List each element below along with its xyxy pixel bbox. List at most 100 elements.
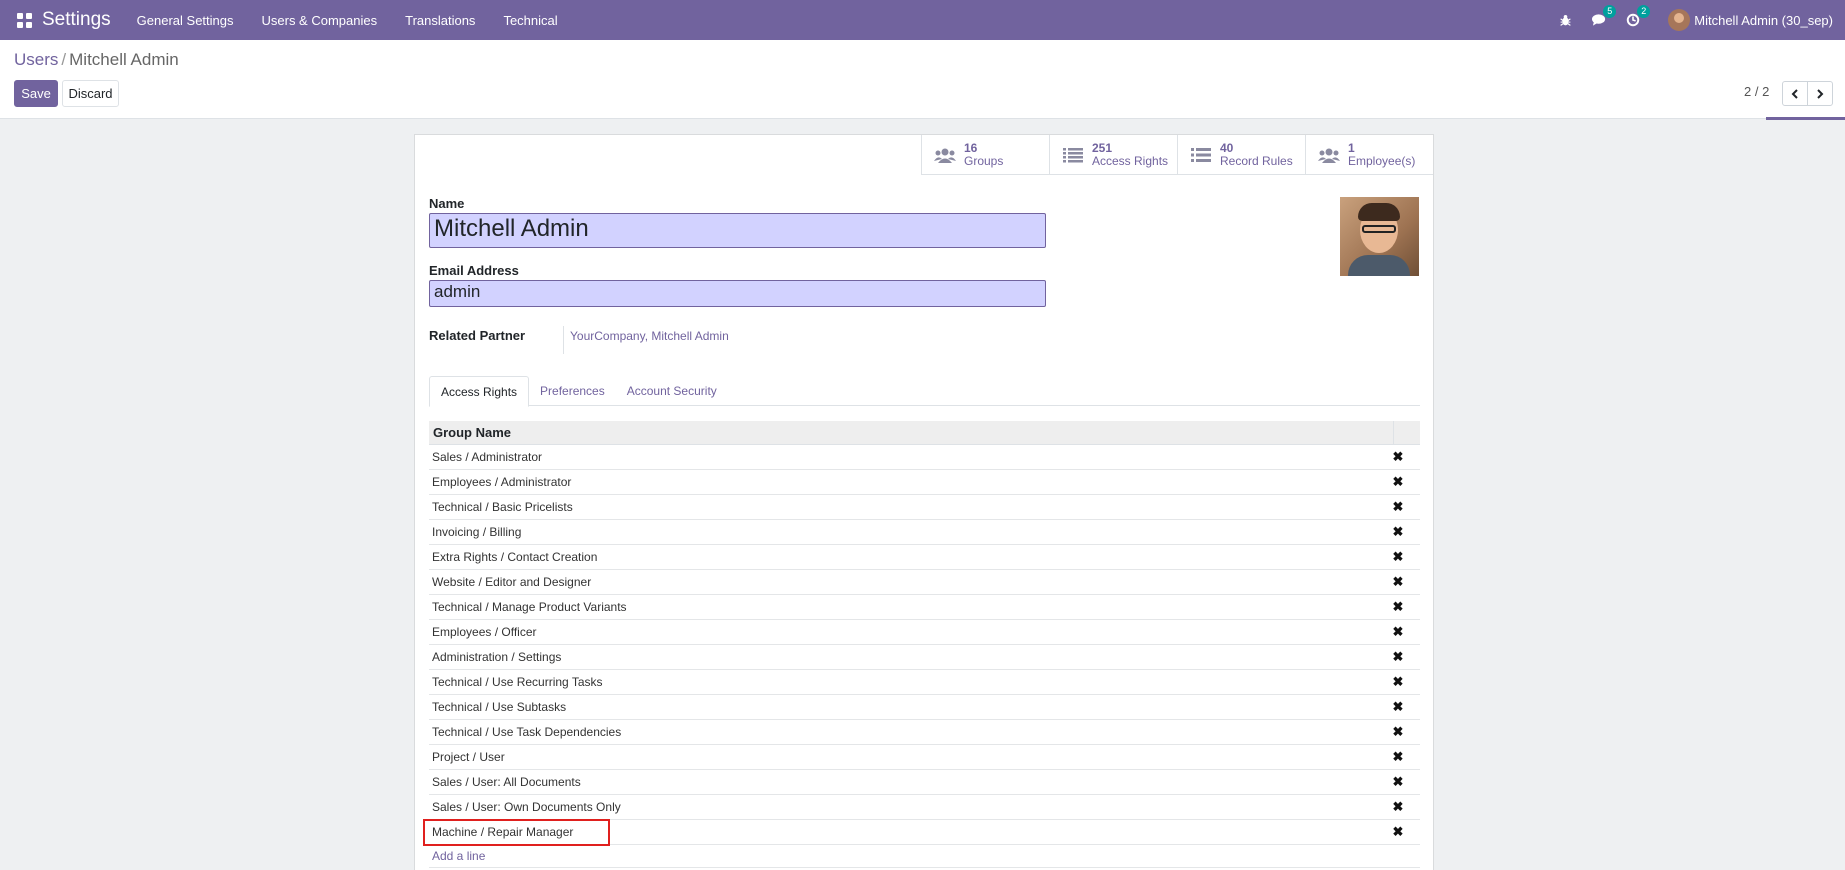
groups-table: Group Name Sales / Administrator ✖ Employe… <box>423 421 1420 868</box>
delete-row-icon[interactable]: ✖ <box>1392 475 1404 488</box>
delete-row-icon[interactable]: ✖ <box>1392 725 1404 738</box>
table-row[interactable]: Technical / Manage Product Variants ✖ <box>429 595 1420 620</box>
group-name-cell: Sales / User: All Documents <box>432 775 581 789</box>
loading-indicator <box>1766 117 1845 120</box>
apps-menu-icon[interactable] <box>14 10 34 30</box>
delete-row-icon[interactable]: ✖ <box>1392 675 1404 688</box>
delete-row-icon[interactable]: ✖ <box>1392 800 1404 813</box>
record-rules-stat-button[interactable]: 40 Record Rules <box>1177 135 1305 175</box>
groups-stat-text: 16 Groups <box>964 142 1003 168</box>
save-button[interactable]: Save <box>14 80 58 107</box>
table-row[interactable]: Extra Rights / Contact Creation ✖ <box>429 545 1420 570</box>
notebook-tabs: Access Rights Preferences Account Securi… <box>429 376 1420 407</box>
tab-account-security[interactable]: Account Security <box>616 376 728 406</box>
user-menu[interactable]: Mitchell Admin (30_sep) <box>1668 9 1833 31</box>
table-row[interactable]: Invoicing / Billing ✖ <box>429 520 1420 545</box>
tab-access-rights[interactable]: Access Rights <box>429 376 530 407</box>
delete-row-icon[interactable]: ✖ <box>1392 750 1404 763</box>
group-name-cell: Sales / Administrator <box>432 450 543 464</box>
delete-row-icon[interactable]: ✖ <box>1392 450 1404 463</box>
messages-icon[interactable]: 5 <box>1588 5 1617 31</box>
related-partner-link[interactable]: YourCompany, Mitchell Admin <box>570 329 729 343</box>
menu-technical[interactable]: Technical <box>489 13 571 28</box>
list-icon <box>1190 146 1212 164</box>
delete-row-icon[interactable]: ✖ <box>1392 575 1404 588</box>
delete-row-icon[interactable]: ✖ <box>1392 525 1404 538</box>
table-row[interactable]: Administration / Settings ✖ <box>429 645 1420 670</box>
employees-stat-button[interactable]: 1 Employee(s) <box>1305 135 1433 175</box>
smart-button-box: 16 Groups 251 Access Rights 40 Record Ru… <box>921 135 1433 175</box>
group-name-cell: Employees / Administrator <box>432 475 572 489</box>
table-row[interactable]: Technical / Basic Pricelists ✖ <box>429 495 1420 520</box>
table-row[interactable]: Project / User ✖ <box>429 745 1420 770</box>
table-header: Group Name <box>429 421 1420 445</box>
users-icon <box>1318 146 1340 164</box>
list-icon <box>1062 146 1084 164</box>
delete-row-icon[interactable]: ✖ <box>1392 600 1404 613</box>
menu-general-settings[interactable]: General Settings <box>123 13 248 28</box>
pager-value[interactable]: 2 / 2 <box>1744 84 1769 99</box>
delete-row-icon[interactable]: ✖ <box>1392 825 1404 838</box>
access-rights-stat-button[interactable]: 251 Access Rights <box>1049 135 1177 175</box>
partner-divider <box>563 326 564 354</box>
record-rules-stat-text: 40 Record Rules <box>1220 142 1293 168</box>
group-name-cell: Technical / Use Task Dependencies <box>432 725 622 739</box>
delete-row-icon[interactable]: ✖ <box>1392 775 1404 788</box>
menu-users-companies[interactable]: Users & Companies <box>248 13 392 28</box>
app-name[interactable]: Settings <box>42 9 111 31</box>
table-row[interactable]: Sales / Administrator ✖ <box>429 445 1420 470</box>
activities-badge: 2 <box>1637 5 1651 18</box>
breadcrumb-users[interactable]: Users <box>14 50 58 69</box>
delete-row-icon[interactable]: ✖ <box>1392 500 1404 513</box>
breadcrumb: Users / Mitchell Admin <box>14 50 179 70</box>
pager-next-button[interactable] <box>1807 81 1833 106</box>
group-name-cell: Technical / Use Recurring Tasks <box>432 675 603 689</box>
group-name-cell: Project / User <box>432 750 505 764</box>
delete-row-icon[interactable]: ✖ <box>1392 700 1404 713</box>
group-name-cell: Technical / Manage Product Variants <box>432 600 627 614</box>
breadcrumb-current: Mitchell Admin <box>69 50 179 69</box>
access-rights-label: Access Rights <box>1092 154 1169 168</box>
discard-button[interactable]: Discard <box>62 80 119 107</box>
delete-row-icon[interactable]: ✖ <box>1392 550 1404 563</box>
delete-row-icon[interactable]: ✖ <box>1392 625 1404 638</box>
table-row[interactable]: Technical / Use Task Dependencies ✖ <box>429 720 1420 745</box>
user-photo[interactable] <box>1340 197 1419 276</box>
group-name-cell: Employees / Officer <box>432 625 537 639</box>
table-row[interactable]: Technical / Use Subtasks ✖ <box>429 695 1420 720</box>
group-name-cell: Technical / Use Subtasks <box>432 700 567 714</box>
group-name-header[interactable]: Group Name <box>429 425 511 440</box>
menu-translations[interactable]: Translations <box>391 13 489 28</box>
bug-icon[interactable] <box>1554 9 1576 31</box>
chevron-left-icon <box>1791 88 1798 99</box>
control-panel: Users / Mitchell Admin Save Discard 2 / 2 <box>0 40 1845 120</box>
table-row[interactable]: Machine / Repair Manager ✖ <box>423 819 1420 846</box>
name-field[interactable]: Mitchell Admin <box>429 213 1046 248</box>
access-rights-stat-text: 251 Access Rights <box>1092 142 1168 168</box>
name-label: Name <box>429 196 465 211</box>
tab-preferences[interactable]: Preferences <box>529 376 616 406</box>
employees-stat-text: 1 Employee(s) <box>1348 142 1415 168</box>
table-row[interactable]: Website / Editor and Designer ✖ <box>429 570 1420 595</box>
employees-label: Employee(s) <box>1348 154 1416 168</box>
table-row[interactable]: Sales / User: Own Documents Only ✖ <box>429 795 1420 820</box>
activities-icon[interactable]: 2 <box>1622 5 1651 31</box>
group-name-cell: Sales / User: Own Documents Only <box>432 800 621 814</box>
breadcrumb-separator: / <box>61 50 67 69</box>
table-row[interactable]: Employees / Administrator ✖ <box>429 470 1420 495</box>
group-name-cell: Extra Rights / Contact Creation <box>432 550 598 564</box>
table-row[interactable]: Employees / Officer ✖ <box>429 620 1420 645</box>
table-body: Sales / Administrator ✖ Employees / Admini… <box>423 445 1420 846</box>
messages-badge: 5 <box>1603 5 1617 18</box>
pager-previous-button[interactable] <box>1782 81 1808 106</box>
table-row[interactable]: Sales / User: All Documents ✖ <box>429 770 1420 795</box>
add-line-link[interactable]: Add a line <box>429 845 1420 868</box>
group-name-cell: Administration / Settings <box>432 650 562 664</box>
email-field[interactable]: admin <box>429 280 1046 307</box>
table-row[interactable]: Technical / Use Recurring Tasks ✖ <box>429 670 1420 695</box>
groups-stat-button[interactable]: 16 Groups <box>921 135 1049 175</box>
form-sheet: 16 Groups 251 Access Rights 40 Record Ru… <box>414 134 1434 870</box>
top-navbar: Settings General Settings Users & Compan… <box>0 0 1845 40</box>
delete-row-icon[interactable]: ✖ <box>1392 650 1404 663</box>
group-name-cell: Website / Editor and Designer <box>432 575 592 589</box>
